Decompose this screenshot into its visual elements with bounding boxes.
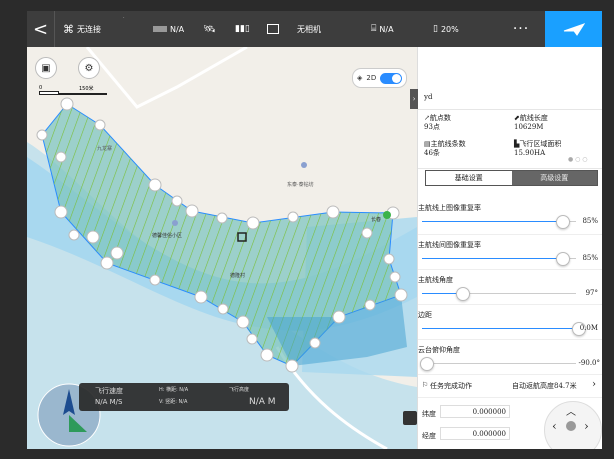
slider-rest (462, 293, 576, 294)
takeoff-button[interactable] (545, 11, 602, 47)
poi-marker (301, 162, 307, 168)
map-label: 德馨佳俗小区 (152, 233, 183, 239)
chevron-right-icon[interactable]: › (584, 419, 589, 433)
length-stat: ⬈航线长度 10629M (514, 114, 548, 131)
2d-toggle[interactable]: ◈ 2D (352, 68, 408, 88)
chevron-right-icon: › (592, 379, 596, 390)
tab-basic[interactable]: 基础设置 (426, 171, 512, 185)
satellite-icon: 🛰 (203, 23, 216, 35)
chevron-left-icon[interactable]: ‹ (552, 419, 557, 433)
slider-thumb[interactable] (420, 357, 434, 371)
signal-status: N/A (153, 22, 184, 36)
top-bar: < ⌘ 无连接 · N/A 🛰 ▮▮▯ 无相机 ⌸ N/A ▯ 20% ··· (27, 11, 602, 47)
settings-tabs: 基础设置 高级设置 (425, 170, 598, 186)
mission-name: yd (424, 93, 433, 101)
slider-track (422, 221, 562, 222)
battery-icon: ▯ (433, 24, 438, 34)
2d-switch[interactable] (380, 72, 403, 84)
settings-button[interactable]: ⚙ (78, 57, 100, 79)
camera-status (267, 22, 279, 36)
camera-label: 无相机 (297, 24, 321, 34)
slider-rest (422, 363, 576, 364)
camera-icon (267, 24, 279, 34)
page-dots: ● ○ ○ (568, 156, 588, 163)
back-button[interactable]: < (27, 11, 55, 47)
tab-advanced[interactable]: 高级设置 (511, 171, 597, 185)
task-icon: ⚐ (422, 381, 429, 389)
divider (418, 304, 602, 305)
layers-icon: ◈ (357, 74, 363, 82)
direction-pad: ︿ ‹ › (522, 393, 602, 449)
chevron-up-icon[interactable]: ︿ (566, 403, 576, 418)
collapse-panel-button[interactable]: › (410, 89, 418, 109)
task-complete-row[interactable]: ⚐ 任务完成动作 自动返航高度84.7米 › (418, 379, 602, 393)
rc-status: ⌸ N/A (371, 24, 394, 34)
gear-icon: ⚙ (84, 62, 94, 74)
battery-status: ▯ 20% (433, 24, 459, 34)
device-frame: < ⌘ 无连接 · N/A 🛰 ▮▮▯ 无相机 ⌸ N/A ▯ 20% ··· (0, 0, 614, 459)
slider-thumb[interactable] (456, 287, 470, 301)
mission-panel: › yd ↗航点数 93点 ⬈航线长度 10629M ▤主航线条数 46条 ▙飞… (410, 47, 602, 449)
save-button[interactable]: ▣ (35, 57, 57, 79)
slider-track (422, 328, 576, 329)
divider (418, 234, 602, 235)
center-dot-icon[interactable] (566, 421, 576, 431)
rc-bars-icon: ▮▮▯ (235, 24, 250, 34)
map-label: 东泰·泰钻坊 (287, 182, 314, 188)
more-button[interactable]: ··· (497, 11, 545, 47)
lng-label: 经度 (422, 432, 436, 440)
save-icon: ▣ (41, 62, 51, 74)
grid-icon: ▤ (424, 140, 431, 148)
app-screen: < ⌘ 无连接 · N/A 🛰 ▮▮▯ 无相机 ⌸ N/A ▯ 20% ··· (27, 11, 602, 449)
connection-status: ⌘ 无连接 (63, 22, 101, 36)
scale-bar: 0 150米 (39, 85, 107, 99)
divider (418, 269, 602, 270)
map-label: 长春 (371, 217, 382, 223)
lng-input[interactable]: 0.000000 (440, 427, 510, 440)
slider-track (422, 258, 562, 259)
divider (418, 374, 602, 375)
lines-stat: ▤主航线条数 46条 (424, 140, 466, 157)
plane-icon (563, 23, 585, 36)
map-label: 九龙寨 (97, 146, 113, 152)
remote-icon: ⌸ (371, 24, 377, 34)
start-point-marker[interactable] (383, 211, 391, 219)
signal-icon (153, 26, 167, 32)
waypoints-stat: ↗航点数 93点 (424, 114, 451, 131)
map-label: 德隆村 (230, 273, 246, 279)
camera-preview-button[interactable] (403, 411, 417, 425)
drone-icon: ⌘ (63, 22, 74, 36)
divider (418, 339, 602, 340)
mode-caption: · (123, 15, 125, 21)
poi-marker (172, 220, 178, 226)
mission-stats: ↗航点数 93点 ⬈航线长度 10629M ▤主航线条数 46条 ▙飞行区域面积… (418, 109, 602, 169)
lat-label: 纬度 (422, 410, 436, 418)
lat-input[interactable]: 0.000000 (440, 405, 510, 418)
area-stat: ▙飞行区域面积 15.90HA (514, 140, 562, 157)
flight-info-bar: 飞行速度 N/A M/S H: 横距: N/A V: 竖距: N/A 飞行高度 … (79, 383, 289, 411)
